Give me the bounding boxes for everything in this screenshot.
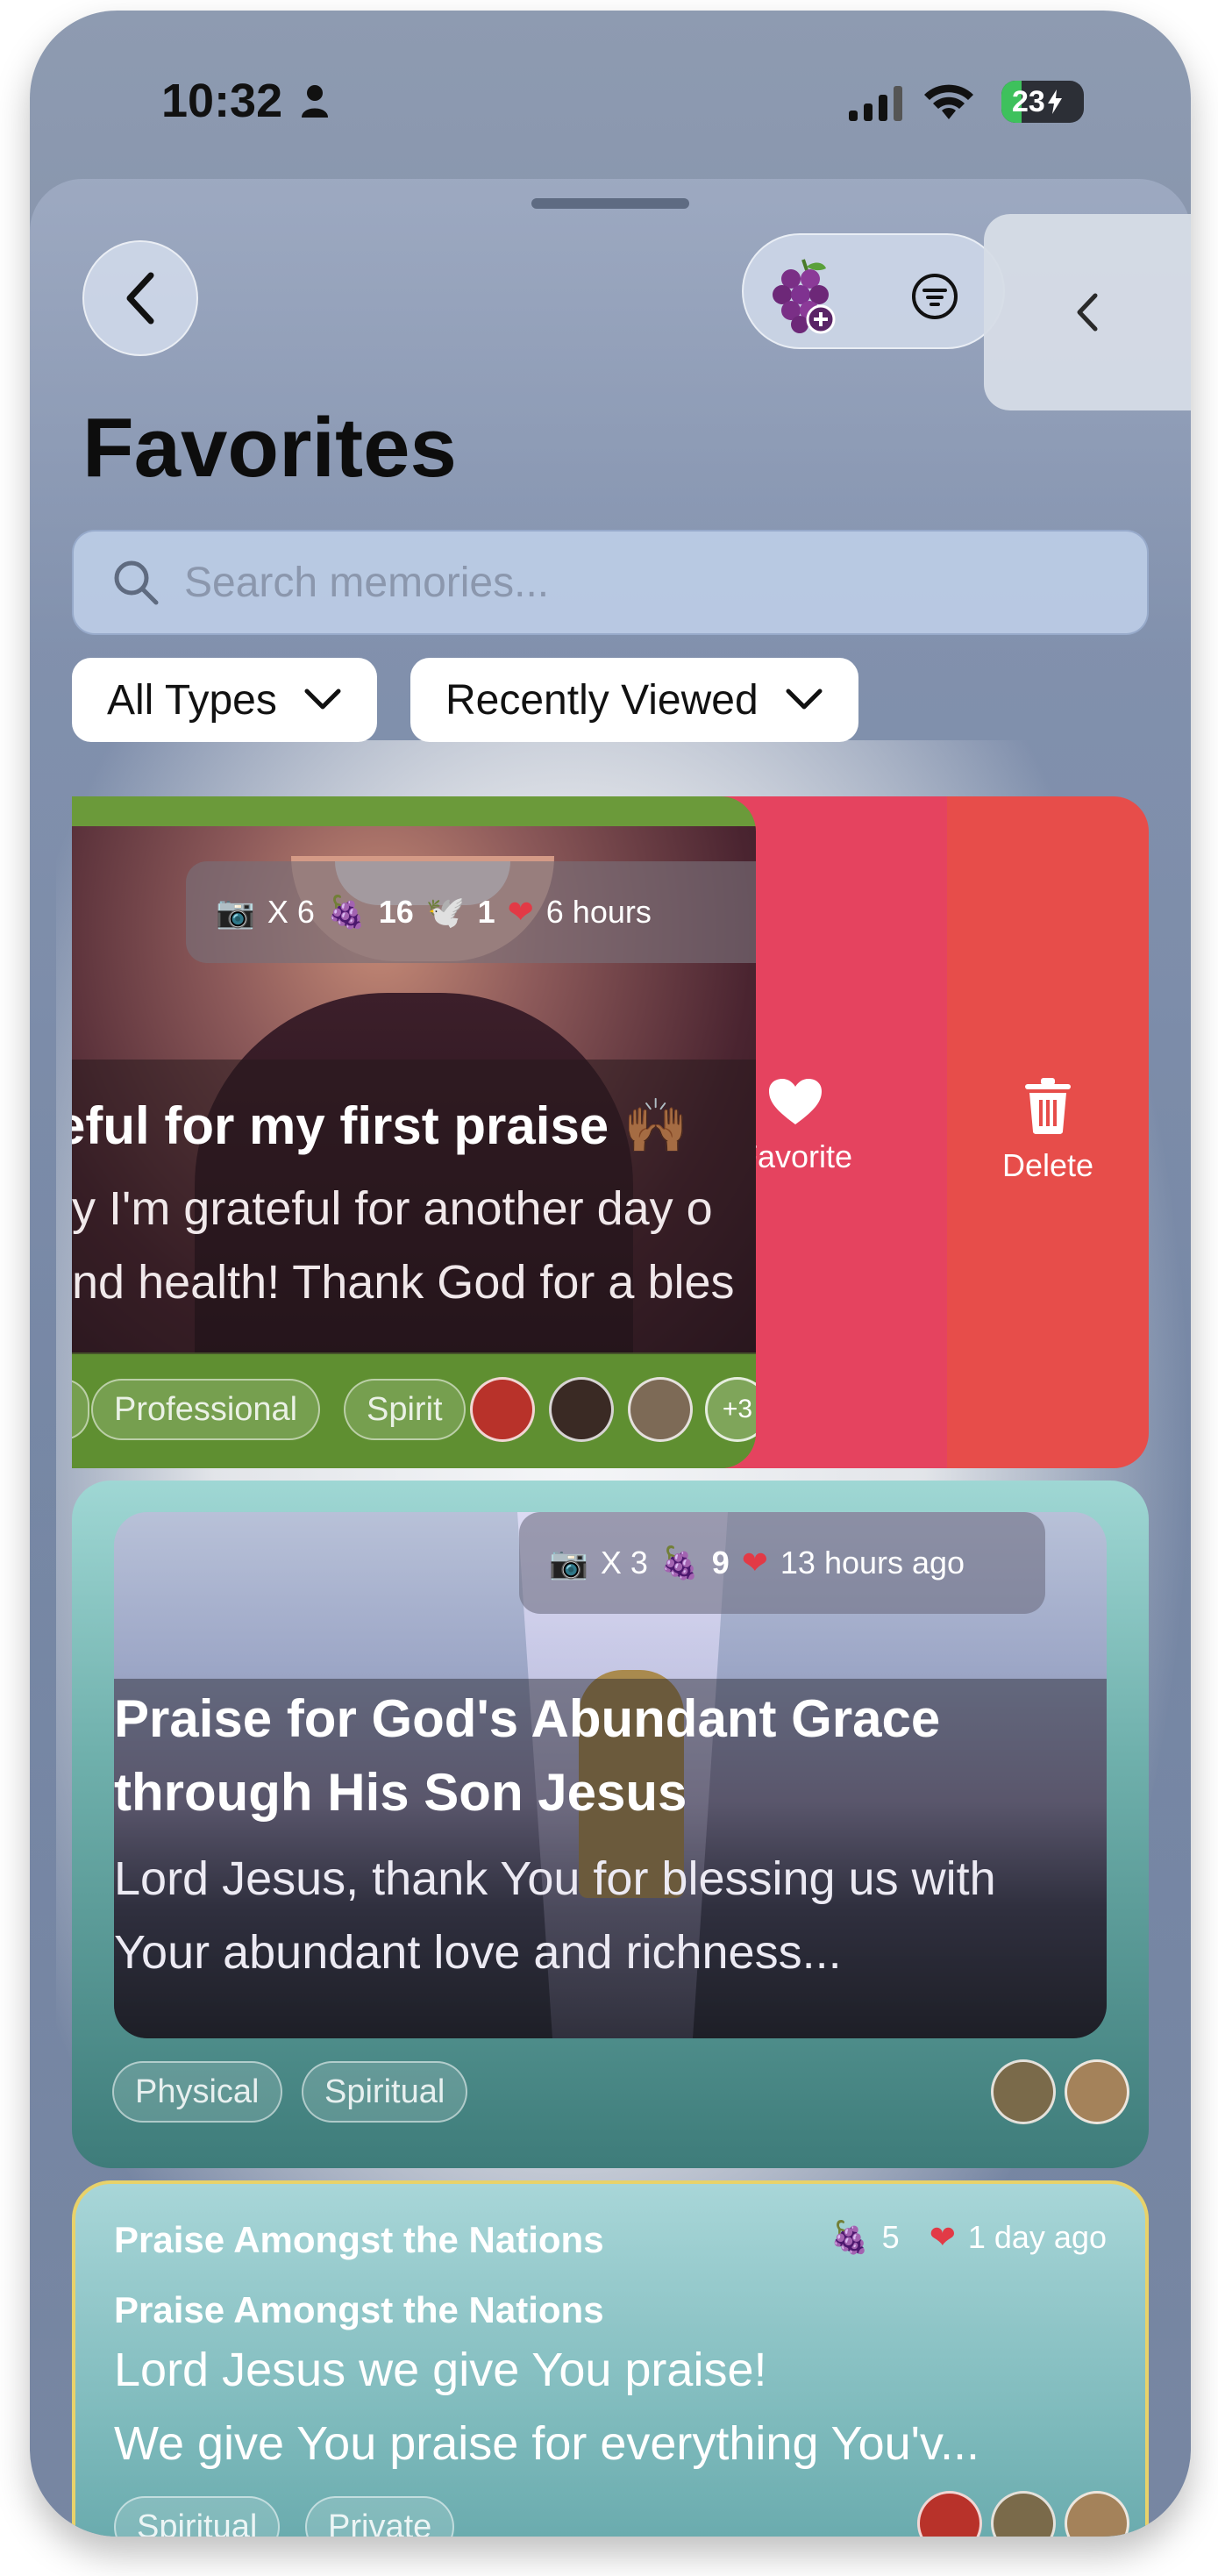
heart-icon: ❤ (929, 2219, 956, 2255)
search-bar[interactable] (72, 530, 1149, 635)
avatar (628, 1377, 693, 1442)
trash-icon (1025, 1078, 1071, 1134)
battery-level: 23 (1012, 84, 1045, 118)
memory-title: Praise Amongst the Nations (114, 2289, 604, 2330)
chevron-left-icon (126, 272, 154, 325)
sort-dropdown[interactable]: Recently Viewed (410, 658, 858, 742)
memory-time: 1 day ago (967, 2219, 1107, 2255)
status-time: 10:32 (161, 75, 283, 127)
tag-chip (72, 1379, 89, 1440)
grape-count: 5 (881, 2219, 900, 2255)
grape-count: 16 (378, 894, 414, 930)
search-icon (114, 560, 159, 605)
sheet-grabber[interactable] (531, 198, 689, 209)
tag-chip: Physical (112, 2061, 282, 2123)
avatar (991, 2491, 1056, 2537)
tag-chip: Spiritual (114, 2496, 281, 2537)
page-title: Favorites (82, 401, 457, 495)
memory-time: 6 hours (545, 894, 652, 930)
person-icon (302, 85, 328, 118)
heart-icon (769, 1079, 822, 1124)
back-button[interactable] (82, 240, 198, 356)
status-bar: 10:32 23 (30, 11, 1191, 177)
grape-icon: 🍇 (659, 1545, 700, 1581)
memory-title: Praise for God's Abundant Grace through … (114, 1689, 941, 1822)
avatar (470, 1377, 535, 1442)
tag-chip: Spiritual (302, 2061, 468, 2123)
memory-meta: 🍇 5 ❤ 1 day ago (830, 2219, 1107, 2256)
add-grape-icon[interactable] (770, 256, 840, 335)
memory-body-line: Lord Jesus we give You praise! (114, 2344, 767, 2396)
chevron-down-icon (786, 689, 823, 710)
grape-icon: 🍇 (326, 894, 367, 930)
memory-body-line: nd health! Thank God for a bles (72, 1256, 735, 1309)
memory-group-name: Praise Amongst the Nations (114, 2219, 604, 2260)
memory-meta: 📷 X 3 🍇 9 ❤ 13 hours ago (519, 1512, 1045, 1614)
chevron-down-icon (304, 689, 341, 710)
type-filter-dropdown[interactable]: All Types (72, 658, 377, 742)
grape-icon: 🍇 (830, 2219, 870, 2255)
phone-screen: 10:32 23 Favorites Search memories... Al… (30, 11, 1191, 2537)
avatar (1065, 2059, 1129, 2124)
tag-chip: Spirit (344, 1379, 466, 1440)
memory-card-3[interactable]: Praise Amongst the Nations 🍇 5 ❤ 1 day a… (72, 2180, 1149, 2537)
memory-body: y I'm grateful for another day o nd heal… (72, 1172, 756, 1319)
search-input[interactable] (184, 558, 1061, 607)
dove-count: 1 (477, 894, 495, 930)
heart-icon: ❤ (741, 1545, 768, 1581)
tag-chip: Professional (91, 1379, 321, 1440)
charging-bolt-icon (1047, 89, 1062, 114)
memory-body-line: y I'm grateful for another day o (72, 1182, 713, 1235)
tag-chip: Private (305, 2496, 455, 2537)
battery-indicator: 23 (1001, 81, 1084, 123)
heart-icon: ❤ (507, 894, 534, 930)
side-panel-tab[interactable] (984, 214, 1191, 410)
dove-icon: 🕊️ (425, 894, 466, 930)
more-avatars: +3 (705, 1377, 756, 1442)
avatar (991, 2059, 1056, 2124)
type-filter-label: All Types (107, 676, 277, 724)
header-actions (742, 233, 1005, 349)
memory-meta: 📷 X 6 🍇 16 🕊️ 1 ❤ 6 hours (186, 861, 756, 963)
camera-icon: 📷 (549, 1545, 588, 1581)
memory-body-line: We give You praise for everything You'v.… (114, 2417, 979, 2470)
chevron-left-icon (1077, 293, 1098, 332)
sort-label: Recently Viewed (445, 676, 759, 724)
cellular-signal-icon (849, 86, 902, 121)
memory-body: Lord Jesus we give You praise! We give Y… (114, 2333, 1105, 2480)
memory-body: Lord Jesus, thank You for blessing us wi… (114, 1852, 996, 1979)
memory-tags: Professional Spirit +3 (72, 1354, 756, 1468)
photo-count: X 3 (600, 1545, 648, 1581)
avatar (917, 2491, 982, 2537)
avatar (549, 1377, 614, 1442)
memory-time: 13 hours ago (780, 1545, 965, 1581)
delete-action-label: Delete (1001, 1147, 1094, 1183)
camera-icon: 📷 (216, 894, 255, 930)
filter-icon[interactable] (910, 272, 959, 321)
avatar (1065, 2491, 1129, 2537)
grape-count: 9 (711, 1545, 730, 1581)
delete-action-button[interactable]: Delete (947, 796, 1149, 1468)
memory-title: eful for my first praise 🙌🏾 (72, 1096, 689, 1155)
photo-count: X 6 (267, 894, 315, 930)
memory-card-1[interactable]: 📷 X 6 🍇 16 🕊️ 1 ❤ 6 hours eful for my fi… (72, 796, 756, 1468)
wifi-icon (924, 84, 973, 119)
memory-card-2[interactable]: 📷 X 3 🍇 9 ❤ 13 hours ago Praise for God'… (72, 1481, 1149, 2168)
